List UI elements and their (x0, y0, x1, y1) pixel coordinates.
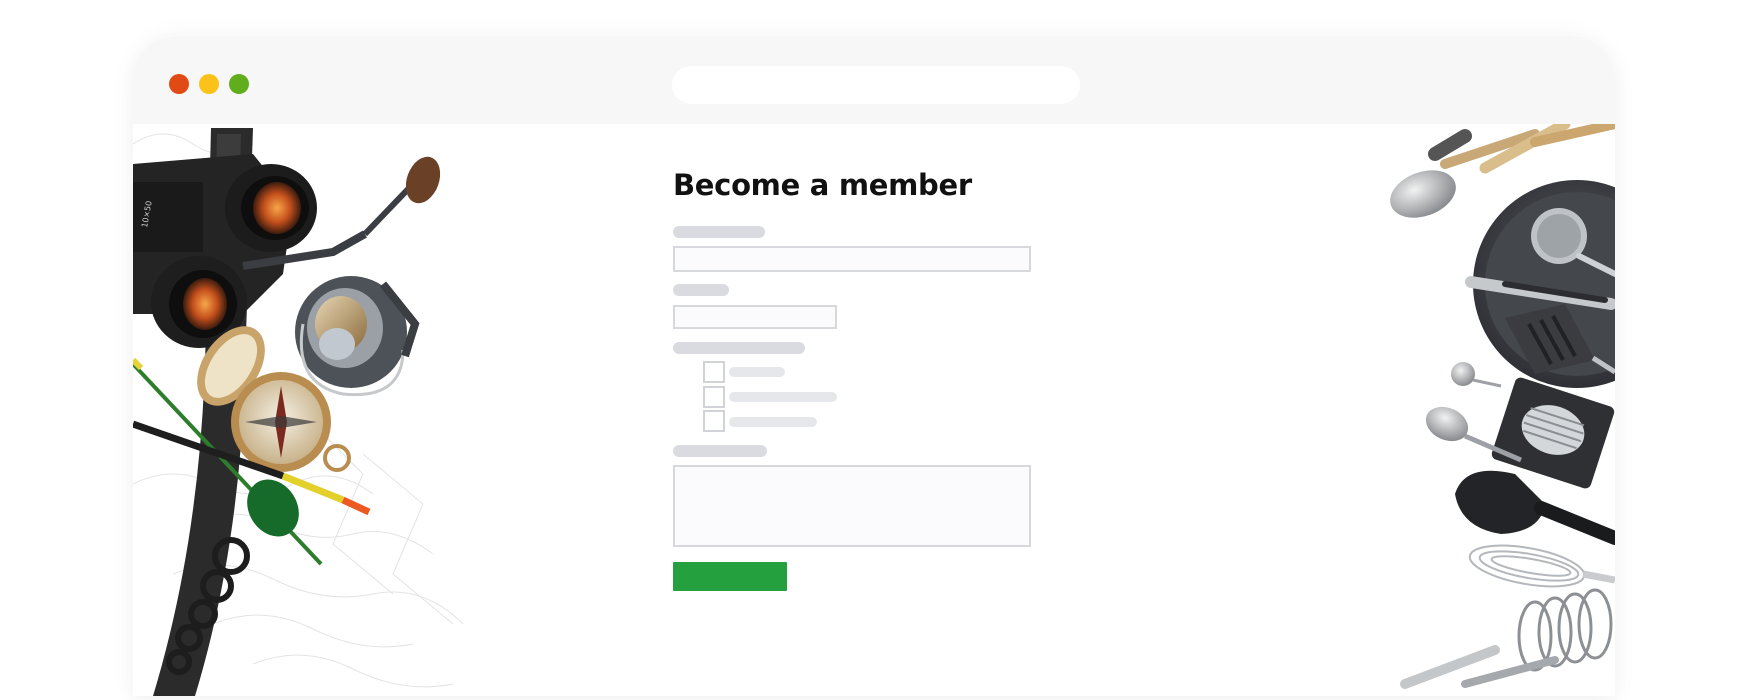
option-2-checkbox[interactable] (703, 386, 725, 408)
message-field-label (673, 445, 767, 457)
option-2-label (729, 392, 837, 402)
browser-window: 10×50 Become a member (133, 36, 1615, 696)
option-1-checkbox[interactable] (703, 361, 725, 383)
name-input[interactable] (673, 246, 1031, 272)
page-title: Become a member (673, 168, 972, 202)
address-bar[interactable] (672, 66, 1080, 104)
name-field-label (673, 226, 765, 238)
page-content: 10×50 Become a member (133, 124, 1615, 696)
kitchen-utensils-photo (1315, 124, 1615, 696)
minimize-window-button[interactable] (199, 74, 219, 94)
submit-button[interactable] (673, 562, 787, 591)
short-field-label (673, 284, 729, 296)
close-window-button[interactable] (169, 74, 189, 94)
short-input[interactable] (673, 305, 837, 329)
option-3-checkbox[interactable] (703, 410, 725, 432)
option-3-label (729, 417, 817, 427)
message-textarea[interactable] (673, 465, 1031, 547)
option-1-label (729, 367, 785, 377)
membership-form: Become a member (673, 124, 1093, 696)
outdoor-gear-photo: 10×50 (133, 124, 493, 696)
browser-titlebar (133, 36, 1615, 124)
checkbox-group-label (673, 342, 805, 354)
maximize-window-button[interactable] (229, 74, 249, 94)
